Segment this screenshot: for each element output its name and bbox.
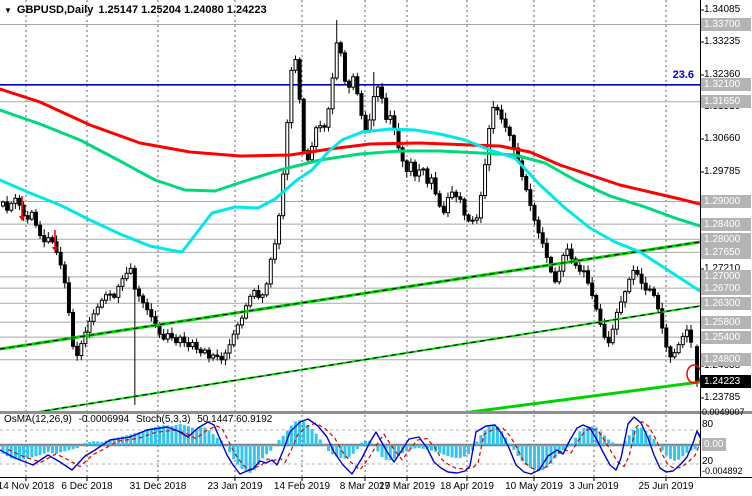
indicator-label-bar: OsMA(12,26,9) -0.0006994 Stoch(5,3,3) 50… (4, 414, 276, 425)
symbol-dropdown-icon[interactable]: ▼ (4, 5, 12, 16)
chart-title: ▼ GBPUSD,Daily 1.25147 1.25204 1.24080 1… (4, 4, 267, 16)
stoch-values: 50.1447 60.9192 (197, 414, 272, 425)
chart-window: ▼ GBPUSD,Daily 1.25147 1.25204 1.24080 1… (0, 0, 752, 496)
ohlc-values: 1.25147 1.25204 1.24080 1.24223 (98, 4, 266, 16)
fibonacci-236-label: 23.6 (673, 69, 694, 81)
osma-value: -0.0006994 (79, 414, 130, 425)
symbol-period-label: GBPUSD,Daily (17, 4, 93, 16)
stoch-name: Stoch(5,3,3) (136, 414, 190, 425)
osma-name: OsMA(12,26,9) (4, 414, 72, 425)
